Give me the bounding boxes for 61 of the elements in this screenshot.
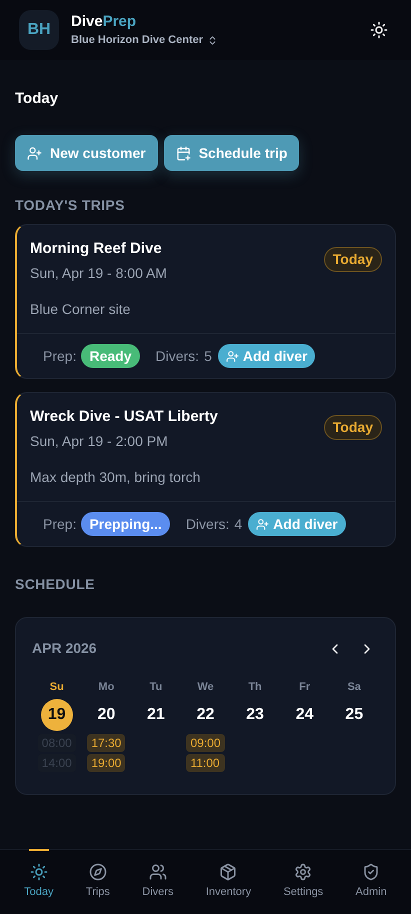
- logo-badge: BH: [19, 10, 59, 50]
- nav-tab[interactable]: Inventory: [202, 850, 256, 914]
- user-plus-icon: [226, 350, 239, 362]
- weekday-label: Tu: [150, 680, 162, 695]
- trip-title: Morning Reef Dive: [30, 239, 163, 259]
- trip-time: Sun, Apr 19 - 2:00 PM: [30, 432, 169, 451]
- divers-count: 4: [234, 514, 242, 534]
- prep-label: Prep:: [43, 346, 76, 366]
- today-badge: Today: [324, 247, 382, 272]
- divers-label: Divers:: [156, 346, 200, 366]
- compass-icon: [88, 863, 107, 882]
- divers-label: Divers:: [186, 514, 230, 534]
- nav-tab[interactable]: Admin: [352, 850, 391, 914]
- page-title: Today: [15, 89, 58, 109]
- shield-icon: [362, 863, 380, 882]
- today-badge: Today: [324, 415, 382, 440]
- nav-tab[interactable]: Divers: [138, 850, 178, 914]
- box-icon: [219, 863, 238, 882]
- user-plus-icon: [27, 146, 42, 160]
- day-button[interactable]: 23: [239, 698, 272, 730]
- weekday-label: Th: [248, 680, 262, 695]
- day-button[interactable]: 22: [189, 698, 222, 730]
- divers-count: 5: [204, 346, 212, 366]
- active-indicator: [28, 849, 49, 851]
- day-button[interactable]: 25: [338, 698, 370, 730]
- event-chip[interactable]: 17:30: [87, 734, 126, 752]
- sun-icon: [30, 863, 48, 882]
- people-icon: [148, 863, 167, 882]
- trip-note: Blue Corner site: [30, 300, 132, 319]
- nav-tab[interactable]: Settings: [279, 850, 328, 914]
- event-chip[interactable]: 19:00: [87, 754, 126, 772]
- event-chip[interactable]: 11:00: [186, 754, 224, 772]
- weekday-label: Mo: [98, 680, 114, 695]
- prep-status: Prepping...: [81, 512, 170, 536]
- section-heading: TODAY'S TRIPS: [15, 196, 125, 215]
- day-button[interactable]: 21: [140, 698, 172, 730]
- weekday-label: Fr: [299, 680, 310, 695]
- trip-title: Wreck Dive - USAT Liberty: [30, 407, 219, 427]
- prep-status: Ready: [81, 344, 140, 368]
- trip-card[interactable]: Wreck Dive - USAT Liberty Sun, Apr 19 - 2:00 PM Max depth 30m, bring torch Today Prep: Prepping... Divers: 4 Add diver: [15, 392, 396, 547]
- day-button[interactable]: 19: [40, 698, 73, 730]
- weekday-label: We: [197, 680, 214, 695]
- nav-tab[interactable]: Trips: [82, 850, 114, 914]
- section-heading: SCHEDULE: [15, 575, 95, 594]
- prep-label: Prep:: [43, 514, 76, 534]
- settings-icon: [294, 863, 312, 882]
- event-chip[interactable]: 09:00: [186, 734, 224, 752]
- trip-card[interactable]: Morning Reef Dive Sun, Apr 19 - 8:00 AM Blue Corner site Today Prep: Ready Divers: 5 Add diver: [15, 224, 396, 379]
- trip-note: Max depth 30m, bring torch: [30, 468, 202, 487]
- sun-icon: [370, 21, 388, 39]
- weekday-label: Sa: [347, 680, 361, 695]
- day-button[interactable]: 24: [288, 698, 321, 730]
- weekday-label: Su: [50, 680, 64, 695]
- day-button[interactable]: 20: [90, 698, 122, 730]
- calendar-plus-icon: [176, 146, 191, 160]
- app-title: DivePrep: [71, 12, 138, 32]
- trip-time: Sun, Apr 19 - 8:00 AM: [30, 264, 168, 283]
- nav-tab[interactable]: Today: [20, 850, 58, 914]
- month-label: APR 2026: [32, 639, 97, 658]
- user-plus-icon: [256, 518, 270, 530]
- center-switcher[interactable]: Blue Horizon Dive Center: [71, 32, 218, 48]
